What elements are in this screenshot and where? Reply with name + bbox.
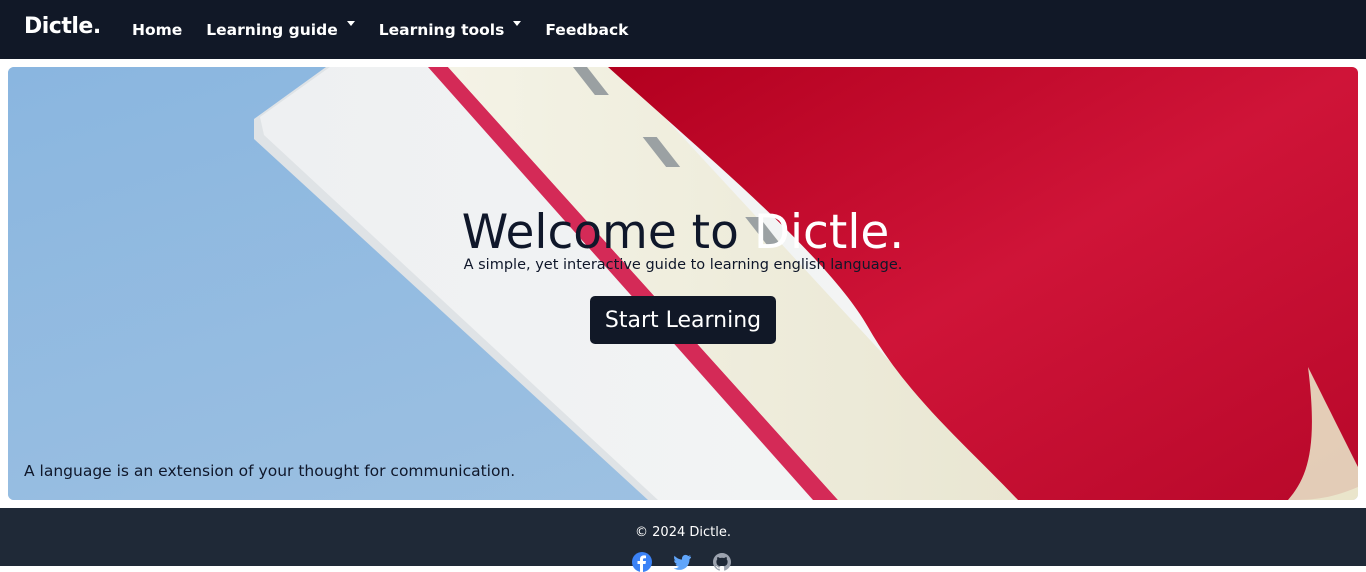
nav-item-learning-tools-label: Learning tools [378, 20, 505, 39]
nav-item-home-label: Home [132, 20, 183, 39]
nav-item-learning-tools-dropdown[interactable]: Learning tools [379, 21, 522, 39]
nav-item-learning-guide-label: Learning guide [206, 20, 338, 39]
hero-quote: A language is an extension of your thoug… [24, 462, 516, 480]
hero-title: Welcome to Dictle. [8, 205, 1358, 260]
nav-links: Home Learning guide Learning tools Feedb… [132, 0, 652, 59]
page-footer: © 2024 Dictle. [0, 508, 1366, 572]
github-icon[interactable] [712, 552, 732, 572]
twitter-icon[interactable] [672, 552, 692, 572]
copyright-text: © 2024 Dictle. [635, 525, 731, 540]
hero-banner: Welcome to Dictle. A simple, yet interac… [8, 67, 1358, 500]
facebook-icon[interactable] [632, 552, 652, 572]
nav-item-home[interactable]: Home [132, 21, 182, 39]
chevron-down-icon [513, 21, 522, 26]
hero-title-welcome: Welcome to [461, 205, 754, 260]
social-links [632, 552, 732, 572]
hero-title-brand: Dictle. [753, 205, 905, 260]
top-navbar: Dictle. Home Learning guide Learning too… [0, 0, 1366, 59]
brand-logo[interactable]: Dictle. [24, 14, 101, 39]
hero-subtitle: A simple, yet interactive guide to learn… [463, 257, 903, 273]
chevron-down-icon [346, 21, 355, 26]
start-learning-button[interactable]: Start Learning [590, 296, 776, 344]
nav-item-learning-guide-dropdown[interactable]: Learning guide [206, 20, 355, 39]
nav-item-feedback-label: Feedback [545, 20, 629, 39]
nav-item-feedback[interactable]: Feedback [545, 21, 628, 39]
hero-book-image [8, 67, 1358, 500]
